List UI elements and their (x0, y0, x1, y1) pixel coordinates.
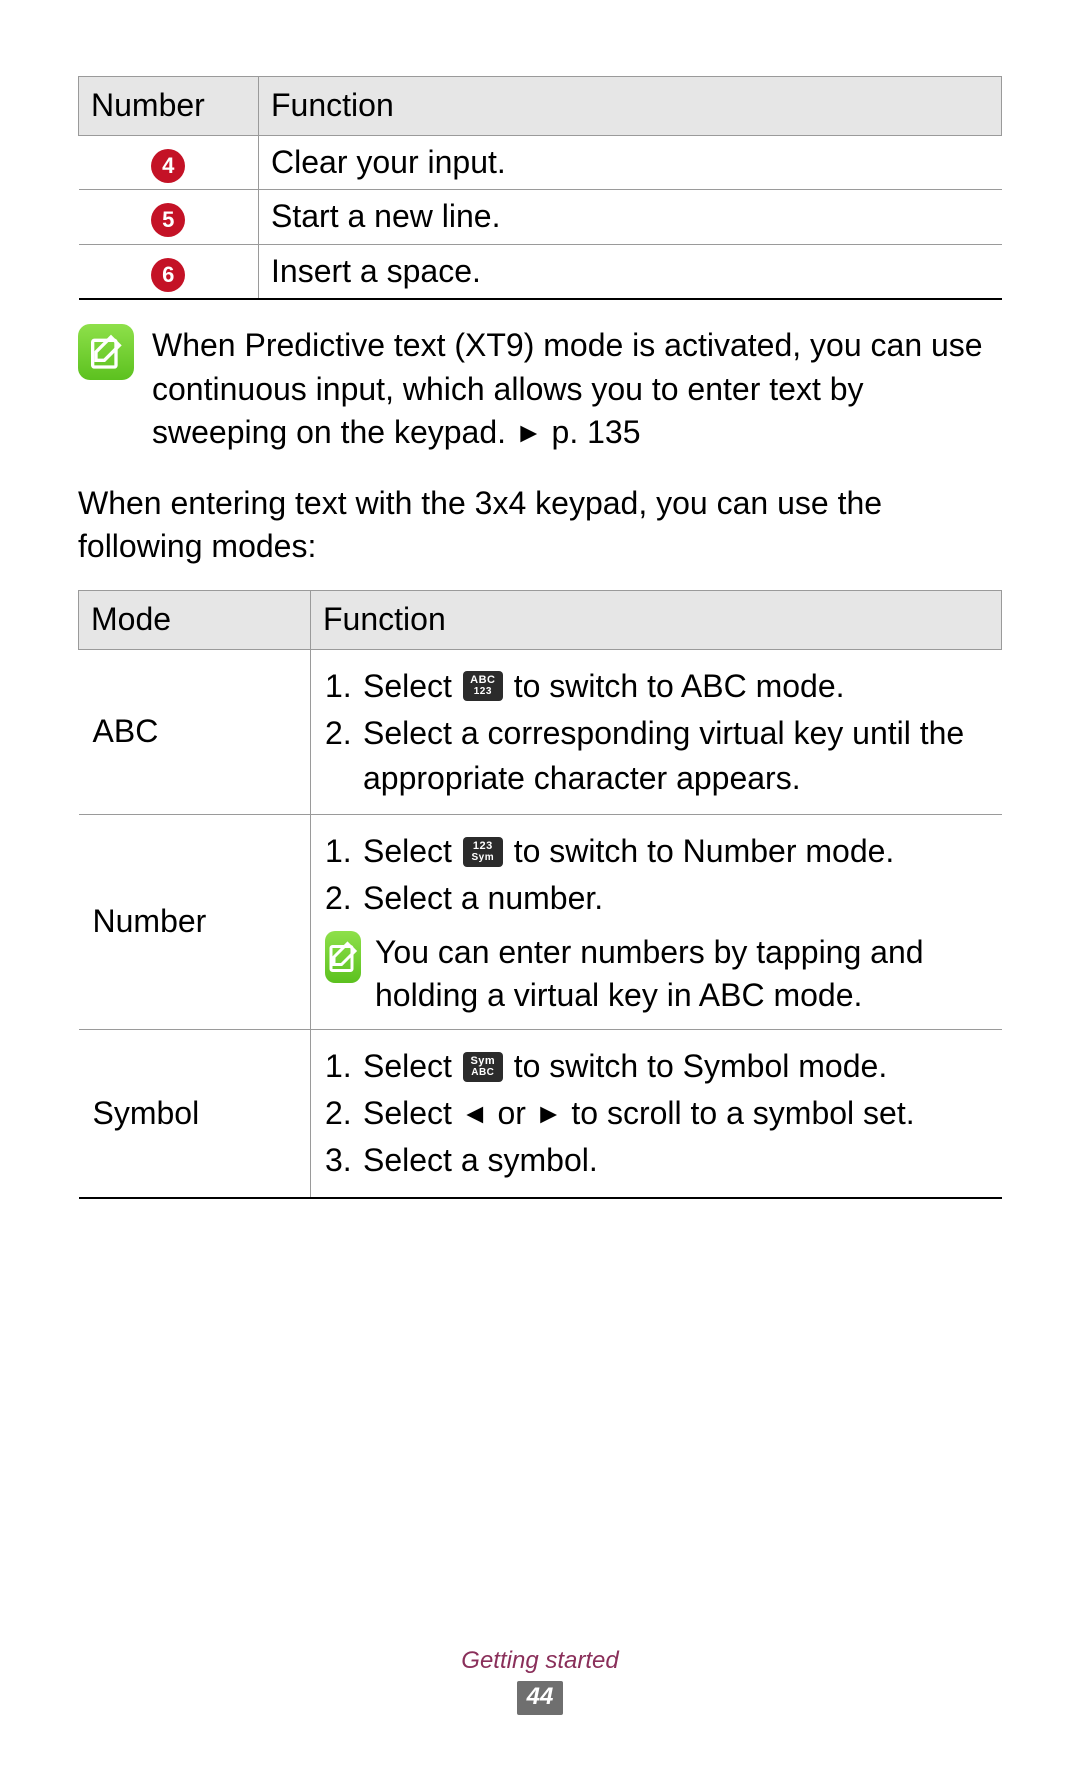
note-xt9-text: When Predictive text (XT9) mode is activ… (152, 324, 1002, 454)
mode-abc-label: ABC (79, 649, 311, 814)
footer-section-title: Getting started (0, 1647, 1080, 1675)
arrow-left-icon: ◄ (461, 1094, 489, 1133)
list-item: 2. Select a corresponding virtual key un… (325, 711, 988, 801)
table1-header-function: Function (259, 77, 1002, 136)
table-row: Symbol 1. Select SymABC to switch to Sym… (79, 1030, 1002, 1198)
page-footer: Getting started 44 (0, 1647, 1080, 1715)
abc-steps: 1. Select ABC123 to switch to ABC mode. … (325, 664, 988, 800)
callout-badge-4: 4 (151, 149, 185, 183)
list-item: 1. Select 123Sym to switch to Number mod… (325, 829, 988, 874)
note-number-hold: You can enter numbers by tapping and hol… (325, 931, 988, 1017)
mode-symbol-label: Symbol (79, 1030, 311, 1198)
mode-function-table: Mode Function ABC 1. Select ABC123 to sw… (78, 590, 1002, 1198)
abc-123-key-icon: ABC123 (463, 671, 503, 701)
note-number-hold-text: You can enter numbers by tapping and hol… (375, 931, 988, 1017)
number-function-table: Number Function 4 Clear your input. 5 St… (78, 76, 1002, 300)
table1-fn-4: Clear your input. (259, 135, 1002, 190)
list-item: 1. Select SymABC to switch to Symbol mod… (325, 1044, 988, 1089)
symbol-steps: 1. Select SymABC to switch to Symbol mod… (325, 1044, 988, 1182)
table-row: Number 1. Select 123Sym to switch to Num… (79, 815, 1002, 1030)
callout-badge-6: 6 (151, 258, 185, 292)
table-row: 5 Start a new line. (79, 190, 1002, 245)
list-item: 2. Select ◄ or ► to scroll to a symbol s… (325, 1091, 988, 1136)
callout-badge-5: 5 (151, 203, 185, 237)
note-xt9: When Predictive text (XT9) mode is activ… (78, 324, 1002, 454)
list-item: 2. Select a number. (325, 876, 988, 921)
list-item: 1. Select ABC123 to switch to ABC mode. (325, 664, 988, 709)
table2-header-mode: Mode (79, 591, 311, 650)
arrow-right-icon: ► (535, 1094, 563, 1133)
table2-header-function: Function (311, 591, 1002, 650)
table-row: 4 Clear your input. (79, 135, 1002, 190)
number-steps: 1. Select 123Sym to switch to Number mod… (325, 829, 988, 921)
table1-fn-5: Start a new line. (259, 190, 1002, 245)
table1-header-number: Number (79, 77, 259, 136)
note-icon (325, 931, 361, 983)
sym-abc-key-icon: SymABC (463, 1052, 503, 1082)
table1-fn-6: Insert a space. (259, 244, 1002, 299)
arrow-right-icon: ► (515, 414, 543, 452)
manual-page: Number Function 4 Clear your input. 5 St… (0, 0, 1080, 1771)
page-number: 44 (517, 1681, 564, 1715)
note-icon (78, 324, 134, 380)
table-row: 6 Insert a space. (79, 244, 1002, 299)
intro-paragraph: When entering text with the 3x4 keypad, … (78, 482, 1002, 568)
list-item: 3. Select a symbol. (325, 1138, 988, 1183)
123-sym-key-icon: 123Sym (463, 837, 503, 867)
mode-number-label: Number (79, 815, 311, 1030)
table-row: ABC 1. Select ABC123 to switch to ABC mo… (79, 649, 1002, 814)
